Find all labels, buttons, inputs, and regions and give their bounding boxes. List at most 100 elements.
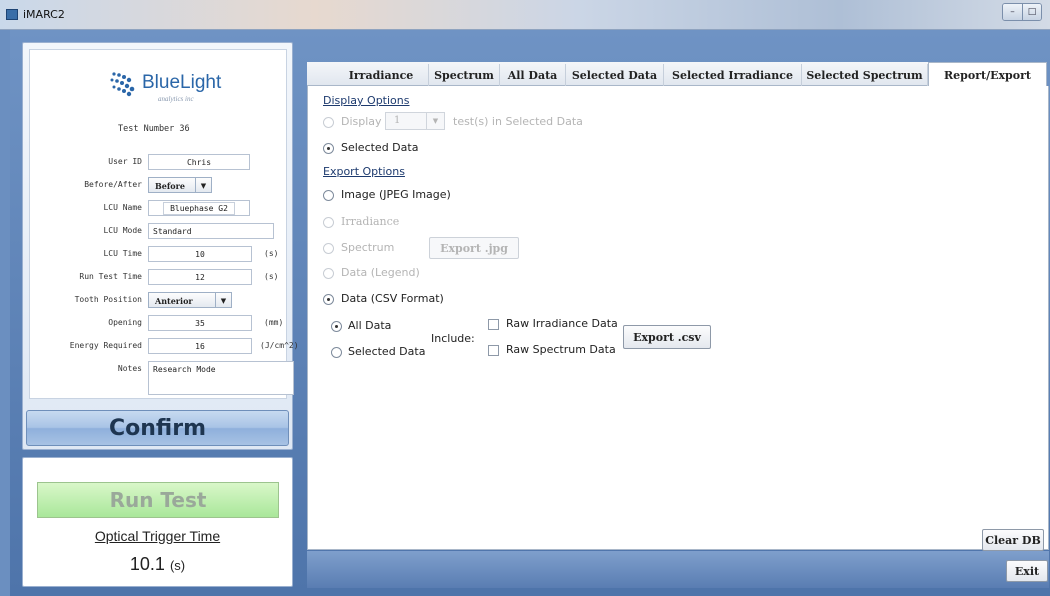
run-panel: Run Test Optical Trigger Time 10.1 (s): [22, 457, 293, 587]
test-number: Test Number 36: [118, 124, 190, 134]
run-test-time-row: Run Test Time 12 (s): [30, 269, 288, 285]
minimize-button[interactable]: –: [1003, 4, 1022, 20]
user-id-row: User ID Chris: [30, 154, 288, 170]
display-last-radio[interactable]: [323, 117, 334, 128]
display-last-dropdown[interactable]: 1 ▼: [385, 112, 445, 130]
raw-irradiance-label: Raw Irradiance Data: [506, 317, 618, 330]
lcu-name-field[interactable]: Bluephase G2: [148, 200, 250, 216]
export-options-heading: Export Options: [323, 165, 405, 178]
logo-subtitle: analytics inc: [158, 95, 194, 103]
user-id-label: User ID: [108, 157, 142, 166]
before-after-dropdown[interactable]: Before ▼: [148, 177, 212, 193]
notes-field[interactable]: Research Mode: [148, 361, 294, 395]
test-setup-panel: BlueLight analytics inc Test Number 36 U…: [22, 42, 299, 450]
display-last-value: 1: [394, 115, 401, 126]
optical-trigger-value: 10.1 (s): [23, 554, 292, 575]
all-data-label: All Data: [348, 319, 392, 332]
tab-report-export[interactable]: Report/Export: [928, 62, 1047, 87]
notes-row: Notes Research Mode: [30, 361, 294, 395]
opening-row: Opening 35 (mm): [30, 315, 288, 331]
lcu-time-unit: (s): [264, 249, 279, 258]
window-controls: – □: [1002, 3, 1042, 21]
energy-required-field[interactable]: 16: [148, 338, 252, 354]
irradiance-radio[interactable]: [323, 217, 334, 228]
tooth-position-dropdown[interactable]: Anterior ▼: [148, 292, 232, 308]
all-data-radio[interactable]: [331, 321, 342, 332]
include-label: Include:: [431, 332, 475, 345]
tab-selected-data[interactable]: Selected Data: [566, 64, 664, 86]
optical-trigger-label: Optical Trigger Time: [94, 528, 221, 544]
before-after-value: Before: [155, 181, 185, 191]
notes-label: Notes: [117, 364, 142, 373]
lcu-mode-row: LCU Mode Standard: [30, 223, 288, 239]
image-export-label: Image (JPEG Image): [341, 188, 451, 201]
run-test-button[interactable]: Run Test: [37, 482, 279, 518]
before-after-label: Before/After: [84, 180, 142, 189]
tab-bar: Irradiance Spectrum All Data Selected Da…: [307, 62, 1047, 87]
lcu-mode-label: LCU Mode: [103, 226, 142, 235]
app-icon: [6, 9, 18, 20]
exit-button[interactable]: Exit: [1006, 560, 1048, 582]
tab-spectrum[interactable]: Spectrum: [429, 64, 500, 86]
opening-unit: (mm): [264, 318, 284, 327]
export-jpg-button[interactable]: Export .jpg: [429, 237, 519, 259]
data-csv-label: Data (CSV Format): [341, 292, 444, 305]
chevron-down-icon: ▼: [426, 113, 444, 129]
maximize-button[interactable]: □: [1022, 4, 1041, 20]
data-legend-label: Data (Legend): [341, 266, 420, 279]
run-test-time-label: Run Test Time: [79, 272, 142, 281]
test-setup-form: BlueLight analytics inc Test Number 36 U…: [29, 49, 299, 399]
energy-required-row: Energy Required 16 (J/cm^2): [30, 338, 299, 354]
run-test-time-unit: (s): [264, 272, 279, 281]
selected-data-csv-radio[interactable]: [331, 347, 342, 358]
lcu-time-label: LCU Time: [103, 249, 142, 258]
title-bar: iMARC2 – □: [0, 0, 1050, 30]
selected-data-radio[interactable]: [323, 143, 334, 154]
lcu-time-field[interactable]: 10: [148, 246, 252, 262]
tab-all-data[interactable]: All Data: [500, 64, 566, 86]
window-title: iMARC2: [23, 8, 65, 21]
user-id-field[interactable]: Chris: [148, 154, 250, 170]
tooth-position-label: Tooth Position: [74, 295, 142, 304]
report-export-content: [307, 86, 1049, 550]
tooth-position-value: Anterior: [155, 296, 193, 306]
display-options-heading: Display Options: [323, 94, 410, 107]
image-export-radio[interactable]: [323, 190, 334, 201]
tab-selected-spectrum[interactable]: Selected Spectrum: [802, 64, 928, 86]
spectrum-radio[interactable]: [323, 243, 334, 254]
raw-irradiance-checkbox[interactable]: [488, 319, 499, 330]
display-last-suffix: test(s) in Selected Data: [453, 115, 583, 128]
tab-irradiance[interactable]: Irradiance: [334, 64, 429, 86]
opening-label: Opening: [108, 318, 142, 327]
raw-spectrum-checkbox[interactable]: [488, 345, 499, 356]
lcu-name-row: LCU Name Bluephase G2: [30, 200, 288, 216]
lcu-name-label: LCU Name: [103, 203, 142, 212]
tooth-position-row: Tooth Position Anterior ▼: [30, 292, 288, 308]
confirm-button[interactable]: Confirm: [26, 410, 289, 446]
lcu-name-value: Bluephase G2: [163, 202, 235, 215]
chevron-down-icon: ▼: [195, 178, 211, 192]
logo-mark-icon: [110, 72, 135, 97]
footer-bar: [307, 551, 1049, 588]
tab-selected-irradiance[interactable]: Selected Irradiance: [664, 64, 802, 86]
run-test-time-field[interactable]: 12: [148, 269, 252, 285]
energy-required-unit: (J/cm^2): [260, 341, 299, 350]
selected-data-csv-label: Selected Data: [348, 345, 426, 358]
chevron-down-icon: ▼: [215, 293, 231, 307]
data-csv-radio[interactable]: [323, 294, 334, 305]
energy-required-label: Energy Required: [69, 341, 142, 350]
opening-field[interactable]: 35: [148, 315, 252, 331]
logo-name: BlueLight: [142, 72, 222, 93]
lcu-time-row: LCU Time 10 (s): [30, 246, 288, 262]
export-csv-button[interactable]: Export .csv: [623, 325, 711, 349]
trigger-time-unit: (s): [169, 558, 186, 573]
trigger-time-number: 10.1: [129, 554, 165, 574]
data-legend-radio[interactable]: [323, 268, 334, 279]
irradiance-label: Irradiance: [341, 215, 400, 228]
raw-spectrum-label: Raw Spectrum Data: [506, 343, 616, 356]
spectrum-label: Spectrum: [341, 241, 395, 254]
before-after-row: Before/After Before ▼: [30, 177, 288, 193]
clear-db-button[interactable]: Clear DB: [982, 529, 1044, 551]
lcu-mode-field[interactable]: Standard: [148, 223, 274, 239]
selected-data-label: Selected Data: [341, 141, 419, 154]
